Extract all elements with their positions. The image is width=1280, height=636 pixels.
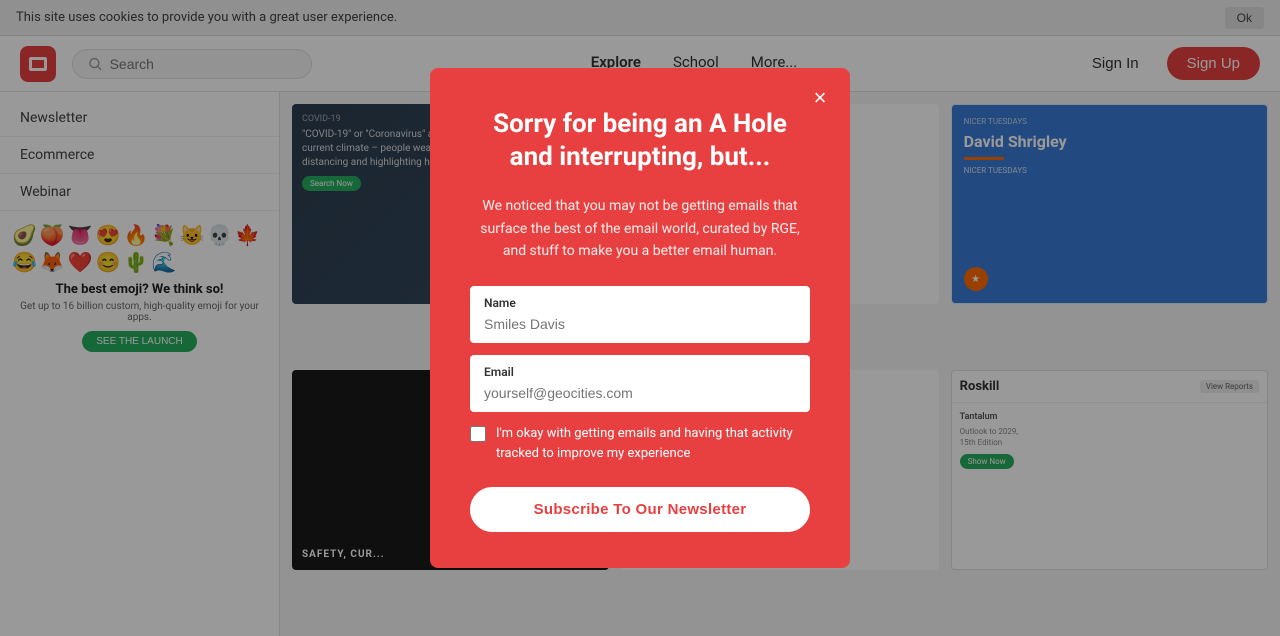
- modal-body: We noticed that you may not be getting e…: [470, 195, 810, 262]
- checkbox-row: I'm okay with getting emails and having …: [470, 424, 810, 463]
- name-input-group: Name: [470, 286, 810, 343]
- checkbox-label: I'm okay with getting emails and having …: [496, 424, 810, 463]
- email-label: Email: [484, 365, 796, 379]
- email-input[interactable]: [484, 385, 796, 401]
- modal-close-button[interactable]: ×: [806, 84, 834, 112]
- subscribe-button[interactable]: Subscribe To Our Newsletter: [470, 487, 810, 532]
- name-input[interactable]: [484, 316, 796, 332]
- name-label: Name: [484, 296, 796, 310]
- consent-checkbox[interactable]: [470, 426, 486, 442]
- email-input-group: Email: [470, 355, 810, 412]
- subscription-modal: × Sorry for being an A Hole and interrup…: [430, 68, 850, 569]
- modal-overlay[interactable]: × Sorry for being an A Hole and interrup…: [0, 0, 1280, 636]
- modal-title: Sorry for being an A Hole and interrupti…: [470, 108, 810, 176]
